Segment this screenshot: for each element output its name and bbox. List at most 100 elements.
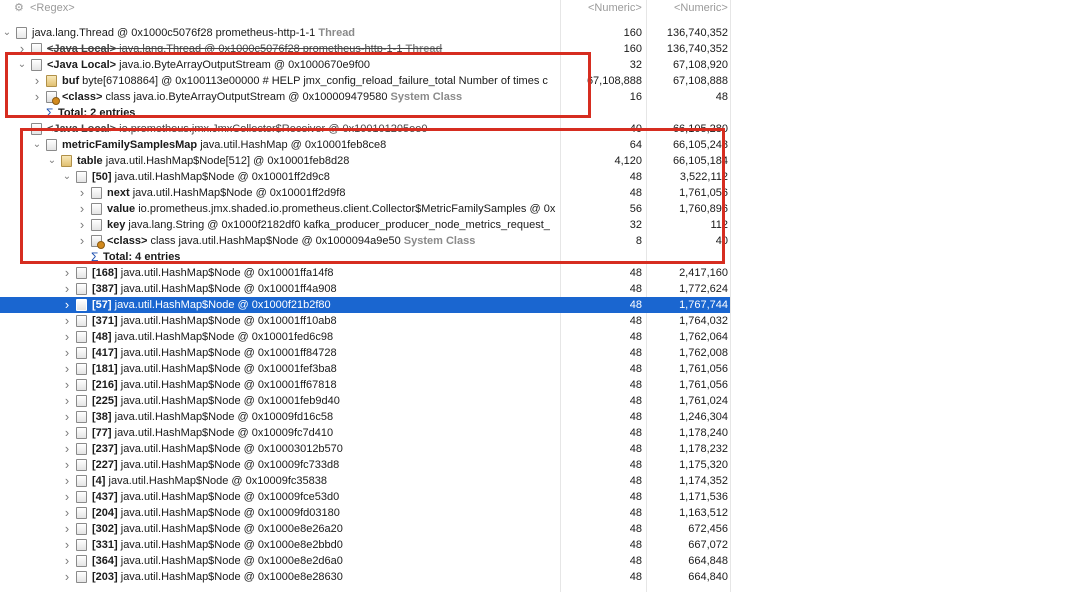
retained-heap-value: 1,175,320 bbox=[679, 459, 728, 471]
expand-chevron-icon[interactable]: › bbox=[62, 473, 72, 489]
tree-row[interactable]: › [203] java.util.HashMap$Node @ 0x1000e8… bbox=[0, 569, 730, 585]
expand-chevron-icon[interactable]: › bbox=[62, 409, 72, 425]
expand-chevron-icon[interactable]: › bbox=[62, 393, 72, 409]
collapse-chevron-icon[interactable]: ⌄ bbox=[32, 137, 42, 153]
expand-chevron-icon[interactable]: › bbox=[62, 569, 72, 585]
tree-name-cell: ⌄ <Java Local> java.io.ByteArrayOutputStr… bbox=[0, 57, 560, 73]
tree-row[interactable]: › [77] java.util.HashMap$Node @ 0x10009fc… bbox=[0, 425, 730, 441]
shallow-heap-filter-input[interactable]: <Numeric> bbox=[588, 0, 642, 16]
tree-row[interactable]: › [387] java.util.HashMap$Node @ 0x10001f… bbox=[0, 281, 730, 297]
tree-row[interactable]: › [237] java.util.HashMap$Node @ 0x100030… bbox=[0, 441, 730, 457]
tree-row[interactable]: › <class> class java.io.ByteArrayOutputSt… bbox=[0, 89, 730, 105]
tree-row[interactable]: › value io.prometheus.jmx.shaded.io.prome… bbox=[0, 201, 730, 217]
expand-chevron-icon[interactable]: › bbox=[62, 297, 72, 313]
collapse-chevron-icon[interactable]: ⌄ bbox=[62, 169, 72, 185]
expand-chevron-icon[interactable]: › bbox=[32, 73, 42, 89]
expand-chevron-icon[interactable]: › bbox=[77, 217, 87, 233]
retained-heap-value: 664,840 bbox=[688, 571, 728, 583]
expand-chevron-icon[interactable]: › bbox=[62, 425, 72, 441]
tree-row[interactable]: › [225] java.util.HashMap$Node @ 0x10001f… bbox=[0, 393, 730, 409]
expand-chevron-icon[interactable]: › bbox=[62, 521, 72, 537]
tree-row[interactable]: › [302] java.util.HashMap$Node @ 0x1000e8… bbox=[0, 521, 730, 537]
tree-row[interactable]: › [437] java.util.HashMap$Node @ 0x10009f… bbox=[0, 489, 730, 505]
object-address: java.lang.Thread @ 0x1000c5076f28 promet… bbox=[119, 43, 403, 55]
tree-name-cell: › [364] java.util.HashMap$Node @ 0x1000e8… bbox=[0, 553, 560, 569]
tree-row[interactable]: ⌄ [50] java.util.HashMap$Node @ 0x10001ff… bbox=[0, 169, 730, 185]
tree-row[interactable]: › [331] java.util.HashMap$Node @ 0x1000e8… bbox=[0, 537, 730, 553]
expand-chevron-icon[interactable]: › bbox=[77, 185, 87, 201]
expand-chevron-icon[interactable]: › bbox=[32, 89, 42, 105]
expand-chevron-icon[interactable]: › bbox=[62, 265, 72, 281]
tree-row[interactable]: ⌄ java.lang.Thread @ 0x1000c5076f28 prome… bbox=[0, 25, 730, 41]
tree-name-cell: ⌄ table java.util.HashMap$Node[512] @ 0x1… bbox=[0, 153, 560, 169]
tree-row[interactable]: Σ Total: 4 entries bbox=[0, 249, 730, 265]
field-name: [237] bbox=[92, 443, 118, 455]
table-header: ⚙ <Regex> <Numeric> <Numeric> bbox=[0, 0, 1080, 16]
tree-row[interactable]: › key java.lang.String @ 0x1000f2182df0 k… bbox=[0, 217, 730, 233]
tree-row[interactable]: › [204] java.util.HashMap$Node @ 0x10009f… bbox=[0, 505, 730, 521]
retained-heap-value: 66,105,184 bbox=[672, 155, 728, 167]
tree-row[interactable]: › [181] java.util.HashMap$Node @ 0x10001f… bbox=[0, 361, 730, 377]
shallow-heap-value: 48 bbox=[629, 347, 642, 359]
expand-chevron-icon[interactable]: › bbox=[62, 537, 72, 553]
shallow-heap-value: 48 bbox=[629, 411, 642, 423]
tree-row[interactable]: › [216] java.util.HashMap$Node @ 0x10001f… bbox=[0, 377, 730, 393]
expand-chevron-icon[interactable]: › bbox=[62, 489, 72, 505]
name-filter-input[interactable]: <Regex> bbox=[30, 0, 75, 16]
tree-row[interactable]: ⌄ table java.util.HashMap$Node[512] @ 0x1… bbox=[0, 153, 730, 169]
tree-name-cell: › [225] java.util.HashMap$Node @ 0x10001f… bbox=[0, 393, 560, 409]
tree-name-cell: › <class> class java.io.ByteArrayOutputSt… bbox=[0, 89, 560, 105]
expand-chevron-icon[interactable]: › bbox=[62, 505, 72, 521]
regex-filter-icon: ⚙ bbox=[14, 2, 24, 14]
expand-chevron-icon[interactable]: › bbox=[62, 377, 72, 393]
tree-row[interactable]: ⌄ <Java Local> io.prometheus.jmx.JmxColle… bbox=[0, 121, 730, 137]
expand-chevron-icon[interactable]: › bbox=[77, 201, 87, 217]
tree-name-cell: Σ Total: 2 entries bbox=[0, 105, 560, 121]
retained-heap-value: 1,762,064 bbox=[679, 331, 728, 343]
collapse-chevron-icon[interactable]: ⌄ bbox=[17, 57, 27, 73]
collapse-chevron-icon[interactable]: ⌄ bbox=[47, 153, 57, 169]
shallow-heap-value: 160 bbox=[623, 27, 642, 39]
object-address: java.util.HashMap$Node @ 0x10001ff4a908 bbox=[120, 283, 337, 295]
expand-chevron-icon[interactable]: › bbox=[62, 281, 72, 297]
tree-row[interactable]: › next java.util.HashMap$Node @ 0x10001ff… bbox=[0, 185, 730, 201]
retained-heap-filter-input[interactable]: <Numeric> bbox=[674, 0, 728, 16]
object-address: byte[67108864] @ 0x100113e00000 # HELP j… bbox=[82, 75, 548, 87]
expand-chevron-icon[interactable]: › bbox=[62, 345, 72, 361]
field-name: [225] bbox=[92, 395, 118, 407]
collapse-chevron-icon[interactable]: ⌄ bbox=[17, 121, 27, 137]
total-entries-label: Total: 4 entries bbox=[103, 251, 181, 263]
expand-chevron-icon[interactable]: › bbox=[62, 457, 72, 473]
tree-row[interactable]: › <Java Local> java.lang.Thread @ 0x1000c… bbox=[0, 41, 730, 57]
expand-chevron-icon[interactable]: › bbox=[62, 313, 72, 329]
tree-row[interactable]: ⌄ <Java Local> java.io.ByteArrayOutputStr… bbox=[0, 57, 730, 73]
tree-row[interactable]: › [4] java.util.HashMap$Node @ 0x10009fc3… bbox=[0, 473, 730, 489]
object-label: [387] java.util.HashMap$Node @ 0x10001ff… bbox=[92, 281, 337, 297]
tree-row[interactable]: › [371] java.util.HashMap$Node @ 0x10001f… bbox=[0, 313, 730, 329]
sum-icon: Σ bbox=[46, 106, 54, 120]
tree-row[interactable]: ⌄ metricFamilySamplesMap java.util.HashMa… bbox=[0, 137, 730, 153]
object-icon bbox=[76, 283, 87, 295]
tree-row[interactable]: › [417] java.util.HashMap$Node @ 0x10001f… bbox=[0, 345, 730, 361]
expand-chevron-icon[interactable]: › bbox=[62, 441, 72, 457]
object-address: java.util.HashMap$Node @ 0x10001feb9d40 bbox=[120, 395, 340, 407]
tree-row[interactable]: › [38] java.util.HashMap$Node @ 0x10009fd… bbox=[0, 409, 730, 425]
expand-chevron-icon[interactable]: › bbox=[62, 361, 72, 377]
tree-row[interactable]: Σ Total: 2 entries bbox=[0, 105, 730, 121]
tree-row[interactable]: › buf byte[67108864] @ 0x100113e00000 # H… bbox=[0, 73, 730, 89]
shallow-heap-value: 67,108,888 bbox=[586, 75, 642, 87]
object-address: java.util.HashMap$Node @ 0x1000e8e26a20 bbox=[120, 523, 343, 535]
expand-chevron-icon[interactable]: › bbox=[77, 233, 87, 249]
tree-row[interactable]: › [57] java.util.HashMap$Node @ 0x1000f21… bbox=[0, 297, 730, 313]
tree-row[interactable]: › [48] java.util.HashMap$Node @ 0x10001fe… bbox=[0, 329, 730, 345]
field-name: [48] bbox=[92, 331, 112, 343]
tree-row[interactable]: › [168] java.util.HashMap$Node @ 0x10001f… bbox=[0, 265, 730, 281]
tree-row[interactable]: › [364] java.util.HashMap$Node @ 0x1000e8… bbox=[0, 553, 730, 569]
collapse-chevron-icon[interactable]: ⌄ bbox=[2, 25, 12, 41]
tree-row[interactable]: › [227] java.util.HashMap$Node @ 0x10009f… bbox=[0, 457, 730, 473]
expand-chevron-icon[interactable]: › bbox=[62, 329, 72, 345]
shallow-heap-value: 48 bbox=[629, 171, 642, 183]
expand-chevron-icon[interactable]: › bbox=[62, 553, 72, 569]
expand-chevron-icon[interactable]: › bbox=[17, 41, 27, 57]
tree-row[interactable]: › <class> class java.util.HashMap$Node @ … bbox=[0, 233, 730, 249]
